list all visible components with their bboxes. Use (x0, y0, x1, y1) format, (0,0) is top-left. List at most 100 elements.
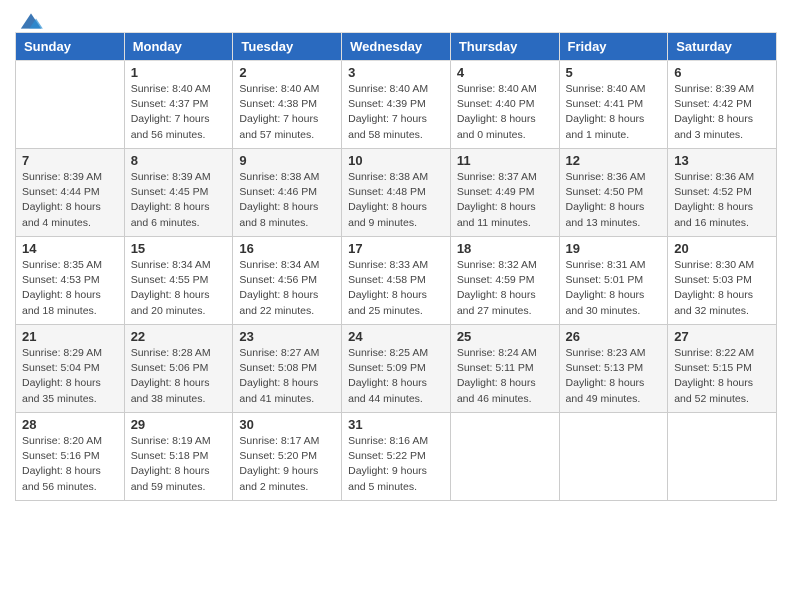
day-number: 23 (239, 329, 335, 344)
week-row-2: 7Sunrise: 8:39 AMSunset: 4:44 PMDaylight… (16, 149, 777, 237)
day-cell: 19 Sunrise: 8:31 AMSunset: 5:01 PMDayligh… (559, 237, 668, 325)
day-cell: 24 Sunrise: 8:25 AMSunset: 5:09 PMDayligh… (342, 325, 451, 413)
day-cell: 9 Sunrise: 8:38 AMSunset: 4:46 PMDaylight… (233, 149, 342, 237)
weekday-header-thursday: Thursday (450, 33, 559, 61)
day-number: 1 (131, 65, 227, 80)
day-cell: 13 Sunrise: 8:36 AMSunset: 4:52 PMDayligh… (668, 149, 777, 237)
day-info: Sunrise: 8:40 AMSunset: 4:39 PMDaylight:… (348, 83, 428, 141)
day-cell: 8 Sunrise: 8:39 AMSunset: 4:45 PMDaylight… (124, 149, 233, 237)
weekday-header-friday: Friday (559, 33, 668, 61)
day-info: Sunrise: 8:39 AMSunset: 4:45 PMDaylight:… (131, 171, 211, 229)
day-cell: 15 Sunrise: 8:34 AMSunset: 4:55 PMDayligh… (124, 237, 233, 325)
day-cell: 2 Sunrise: 8:40 AMSunset: 4:38 PMDaylight… (233, 61, 342, 149)
day-info: Sunrise: 8:38 AMSunset: 4:48 PMDaylight:… (348, 171, 428, 229)
day-cell (450, 413, 559, 501)
day-info: Sunrise: 8:33 AMSunset: 4:58 PMDaylight:… (348, 259, 428, 317)
day-number: 30 (239, 417, 335, 432)
day-number: 10 (348, 153, 444, 168)
day-cell: 22Sunrise: 8:28 AMSunset: 5:06 PMDayligh… (124, 325, 233, 413)
day-cell: 18 Sunrise: 8:32 AMSunset: 4:59 PMDayligh… (450, 237, 559, 325)
weekday-header-sunday: Sunday (16, 33, 125, 61)
day-cell: 12Sunrise: 8:36 AMSunset: 4:50 PMDayligh… (559, 149, 668, 237)
day-cell: 26Sunrise: 8:23 AMSunset: 5:13 PMDayligh… (559, 325, 668, 413)
day-cell: 14 Sunrise: 8:35 AMSunset: 4:53 PMDayligh… (16, 237, 125, 325)
day-number: 19 (566, 241, 662, 256)
day-info: Sunrise: 8:36 AMSunset: 4:52 PMDaylight:… (674, 171, 754, 229)
page-header (15, 10, 777, 26)
day-number: 24 (348, 329, 444, 344)
day-info: Sunrise: 8:24 AMSunset: 5:11 PMDaylight:… (457, 347, 537, 405)
weekday-header-monday: Monday (124, 33, 233, 61)
day-info: Sunrise: 8:39 AMSunset: 4:42 PMDaylight:… (674, 83, 754, 141)
day-cell: 30 Sunrise: 8:17 AMSunset: 5:20 PMDayligh… (233, 413, 342, 501)
day-info: Sunrise: 8:17 AMSunset: 5:20 PMDaylight:… (239, 435, 319, 493)
day-number: 5 (566, 65, 662, 80)
weekday-header-saturday: Saturday (668, 33, 777, 61)
day-cell: 1Sunrise: 8:40 AMSunset: 4:37 PMDaylight… (124, 61, 233, 149)
day-number: 11 (457, 153, 553, 168)
day-number: 28 (22, 417, 118, 432)
weekday-header-row: SundayMondayTuesdayWednesdayThursdayFrid… (16, 33, 777, 61)
day-cell: 5 Sunrise: 8:40 AMSunset: 4:41 PMDaylight… (559, 61, 668, 149)
day-info: Sunrise: 8:34 AMSunset: 4:56 PMDaylight:… (239, 259, 319, 317)
day-number: 22 (131, 329, 227, 344)
day-number: 29 (131, 417, 227, 432)
day-number: 6 (674, 65, 770, 80)
day-number: 13 (674, 153, 770, 168)
day-cell (559, 413, 668, 501)
day-info: Sunrise: 8:22 AMSunset: 5:15 PMDaylight:… (674, 347, 754, 405)
day-info: Sunrise: 8:27 AMSunset: 5:08 PMDaylight:… (239, 347, 319, 405)
day-number: 25 (457, 329, 553, 344)
day-cell (668, 413, 777, 501)
day-cell: 21 Sunrise: 8:29 AMSunset: 5:04 PMDayligh… (16, 325, 125, 413)
day-cell: 17 Sunrise: 8:33 AMSunset: 4:58 PMDayligh… (342, 237, 451, 325)
day-info: Sunrise: 8:30 AMSunset: 5:03 PMDaylight:… (674, 259, 754, 317)
day-info: Sunrise: 8:32 AMSunset: 4:59 PMDaylight:… (457, 259, 537, 317)
day-number: 2 (239, 65, 335, 80)
weekday-header-wednesday: Wednesday (342, 33, 451, 61)
day-cell: 27Sunrise: 8:22 AMSunset: 5:15 PMDayligh… (668, 325, 777, 413)
calendar-table: SundayMondayTuesdayWednesdayThursdayFrid… (15, 32, 777, 501)
day-info: Sunrise: 8:40 AMSunset: 4:41 PMDaylight:… (566, 83, 646, 141)
day-cell: 4Sunrise: 8:40 AMSunset: 4:40 PMDaylight… (450, 61, 559, 149)
day-number: 17 (348, 241, 444, 256)
day-number: 16 (239, 241, 335, 256)
day-cell: 31Sunrise: 8:16 AMSunset: 5:22 PMDayligh… (342, 413, 451, 501)
day-number: 12 (566, 153, 662, 168)
day-number: 8 (131, 153, 227, 168)
day-cell (16, 61, 125, 149)
day-number: 14 (22, 241, 118, 256)
week-row-3: 14 Sunrise: 8:35 AMSunset: 4:53 PMDayligh… (16, 237, 777, 325)
day-cell: 28 Sunrise: 8:20 AMSunset: 5:16 PMDayligh… (16, 413, 125, 501)
week-row-5: 28 Sunrise: 8:20 AMSunset: 5:16 PMDayligh… (16, 413, 777, 501)
day-info: Sunrise: 8:39 AMSunset: 4:44 PMDaylight:… (22, 171, 102, 229)
day-info: Sunrise: 8:40 AMSunset: 4:38 PMDaylight:… (239, 83, 319, 141)
day-info: Sunrise: 8:38 AMSunset: 4:46 PMDaylight:… (239, 171, 319, 229)
day-info: Sunrise: 8:34 AMSunset: 4:55 PMDaylight:… (131, 259, 211, 317)
day-info: Sunrise: 8:29 AMSunset: 5:04 PMDaylight:… (22, 347, 102, 405)
day-number: 4 (457, 65, 553, 80)
day-cell: 29 Sunrise: 8:19 AMSunset: 5:18 PMDayligh… (124, 413, 233, 501)
day-info: Sunrise: 8:35 AMSunset: 4:53 PMDaylight:… (22, 259, 102, 317)
day-cell: 3 Sunrise: 8:40 AMSunset: 4:39 PMDaylight… (342, 61, 451, 149)
day-number: 26 (566, 329, 662, 344)
day-cell: 20Sunrise: 8:30 AMSunset: 5:03 PMDayligh… (668, 237, 777, 325)
day-cell: 6 Sunrise: 8:39 AMSunset: 4:42 PMDaylight… (668, 61, 777, 149)
day-info: Sunrise: 8:16 AMSunset: 5:22 PMDaylight:… (348, 435, 428, 493)
logo-icon (17, 10, 45, 32)
day-info: Sunrise: 8:20 AMSunset: 5:16 PMDaylight:… (22, 435, 102, 493)
day-cell: 7Sunrise: 8:39 AMSunset: 4:44 PMDaylight… (16, 149, 125, 237)
day-cell: 23 Sunrise: 8:27 AMSunset: 5:08 PMDayligh… (233, 325, 342, 413)
day-info: Sunrise: 8:19 AMSunset: 5:18 PMDaylight:… (131, 435, 211, 493)
day-cell: 10 Sunrise: 8:38 AMSunset: 4:48 PMDayligh… (342, 149, 451, 237)
day-number: 15 (131, 241, 227, 256)
day-info: Sunrise: 8:25 AMSunset: 5:09 PMDaylight:… (348, 347, 428, 405)
day-number: 9 (239, 153, 335, 168)
day-number: 3 (348, 65, 444, 80)
day-number: 18 (457, 241, 553, 256)
day-number: 21 (22, 329, 118, 344)
day-info: Sunrise: 8:31 AMSunset: 5:01 PMDaylight:… (566, 259, 646, 317)
day-cell: 16 Sunrise: 8:34 AMSunset: 4:56 PMDayligh… (233, 237, 342, 325)
day-info: Sunrise: 8:37 AMSunset: 4:49 PMDaylight:… (457, 171, 537, 229)
week-row-1: 1Sunrise: 8:40 AMSunset: 4:37 PMDaylight… (16, 61, 777, 149)
